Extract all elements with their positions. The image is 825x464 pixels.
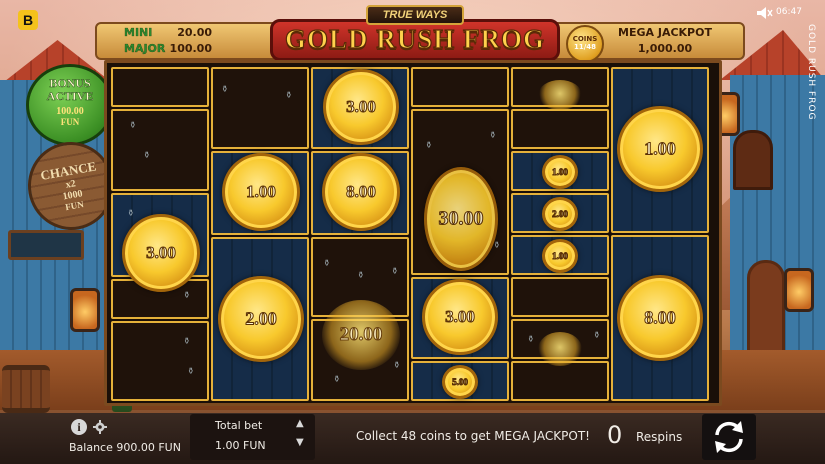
- gear-icon[interactable]: [93, 420, 107, 434]
- right-house-door: [747, 260, 785, 360]
- total-bet-label: Total bet: [215, 419, 263, 432]
- coins-count: 11/48: [573, 43, 597, 51]
- ghost-coin: [538, 80, 582, 110]
- coin: 8.00: [322, 153, 400, 231]
- coin-value: 3.00: [346, 97, 377, 117]
- coin-value: 3.00: [146, 243, 177, 263]
- coins-counter: COINS 11/48: [566, 25, 604, 63]
- coin-small: 2.00: [542, 197, 578, 231]
- coin: 1.00: [222, 153, 300, 231]
- bottle-decoration-icon: ⚱: [187, 367, 195, 377]
- reel-cell: [511, 361, 609, 401]
- jackpot-message: Collect 48 coins to get MEGA JACKPOT!: [356, 429, 590, 443]
- game-title: GOLD RUSH FROG: [284, 23, 546, 54]
- coin-large: 30.00: [424, 167, 498, 271]
- bottle-decoration-icon: ⚱: [527, 335, 535, 345]
- bottle-decoration-icon: ⚱: [143, 151, 151, 161]
- bottle-decoration-icon: ⚱: [593, 331, 601, 341]
- barrel: [2, 365, 50, 413]
- coin-value: 1.00: [552, 167, 569, 178]
- jackpot-major-label: MAJOR: [124, 42, 166, 55]
- ghost-coin-value: 20.00: [339, 324, 383, 346]
- jackpot-major: MAJOR 100.00: [124, 42, 212, 55]
- coin-value: 1.00: [644, 138, 677, 159]
- lantern-left: [70, 288, 100, 332]
- true-ways-badge: TRUE WAYS: [366, 5, 464, 25]
- bottle-decoration-icon: ⚱: [221, 85, 229, 95]
- coin: 3.00: [122, 214, 200, 292]
- coin: 3.00: [422, 279, 498, 355]
- reel-cell: ⚱ ⚱: [111, 109, 209, 191]
- bottle-decoration-icon: ⚱: [183, 337, 191, 347]
- bonus-title: BONUS ACTIVE: [46, 76, 94, 103]
- coin: 2.00: [218, 276, 304, 362]
- sound-icon[interactable]: [757, 7, 773, 19]
- jackpot-mini: MINI 20.00: [124, 26, 212, 39]
- balance-display: Balance 900.00 FUN: [69, 441, 181, 454]
- blank-sign-board: [8, 230, 84, 260]
- arrow-down-icon[interactable]: ▼: [296, 438, 306, 448]
- bottle-decoration-icon: ⚱: [183, 291, 191, 301]
- mega-jackpot-label: MEGA JACKPOT: [618, 26, 712, 39]
- coin-value: 2.00: [552, 209, 569, 220]
- reel-cell: ⚱ ⚱: [211, 67, 309, 149]
- bottle-decoration-icon: ⚱: [323, 259, 331, 269]
- coin-value: 5.00: [452, 377, 469, 388]
- reel-cell: [111, 67, 209, 107]
- mega-jackpot-value: 1,000.00: [637, 42, 693, 55]
- respins-count: 0: [607, 421, 623, 449]
- bottle-decoration-icon: ⚱: [357, 271, 365, 281]
- coin-value: 1.00: [552, 251, 569, 262]
- reel-cell: [511, 109, 609, 149]
- bottle-decoration-icon: ⚱: [391, 267, 399, 277]
- coin: 1.00: [617, 106, 703, 192]
- coin-value: 8.00: [346, 182, 377, 202]
- bottle-decoration-icon: ⚱: [493, 241, 501, 251]
- brand-logo: B: [18, 10, 38, 30]
- right-house-window: [733, 130, 773, 190]
- bonus-unit: FUN: [60, 117, 80, 127]
- total-bet-value: 1.00 FUN: [215, 439, 266, 452]
- coin-value: 3.00: [445, 307, 476, 327]
- coin-value: 8.00: [644, 307, 677, 328]
- game-title-banner: TRUE WAYS GOLD RUSH FROG: [270, 5, 560, 65]
- side-game-title: GOLD RUSH FROG: [806, 24, 816, 121]
- jackpot-major-value: 100.00: [169, 42, 212, 55]
- coins-label: COINS: [572, 35, 598, 43]
- info-icon[interactable]: i: [71, 419, 87, 435]
- bottle-decoration-icon: ⚱: [425, 141, 433, 151]
- bottle-decoration-icon: ⚱: [393, 361, 401, 371]
- bottle-decoration-icon: ⚱: [127, 209, 135, 219]
- coin-small: 5.00: [442, 365, 478, 399]
- spin-arrows-icon[interactable]: [707, 417, 751, 457]
- respins-label: Respins: [636, 430, 683, 444]
- coin: 8.00: [617, 275, 703, 361]
- jackpot-mini-value: 20.00: [177, 26, 212, 39]
- bottle-decoration-icon: ⚱: [333, 375, 341, 385]
- coin: 3.00: [323, 69, 399, 145]
- coin-value: 2.00: [245, 308, 278, 329]
- coin-value: 30.00: [438, 207, 484, 230]
- ghost-coin: [538, 332, 582, 366]
- clock: 06:47: [776, 7, 802, 17]
- reel-cell: [411, 67, 509, 107]
- coin-value: 1.00: [246, 182, 277, 202]
- coin-small: 1.00: [542, 155, 578, 189]
- bottle-decoration-icon: ⚱: [129, 121, 137, 131]
- arrow-up-icon[interactable]: ▲: [296, 419, 306, 429]
- bonus-value: 100.00: [56, 106, 84, 117]
- bonus-active-badge[interactable]: BONUS ACTIVE 100.00 FUN: [26, 64, 114, 146]
- bottle-decoration-icon: ⚱: [285, 91, 293, 101]
- jackpot-mini-label: MINI: [124, 26, 153, 39]
- coin-small: 1.00: [542, 239, 578, 273]
- ghost-coin: 20.00: [322, 300, 400, 370]
- reel-cell: [511, 277, 609, 317]
- lantern-right-bottom: [784, 268, 814, 312]
- bottle-decoration-icon: ⚱: [489, 131, 497, 141]
- reel-cell: ⚱ ⚱: [111, 321, 209, 401]
